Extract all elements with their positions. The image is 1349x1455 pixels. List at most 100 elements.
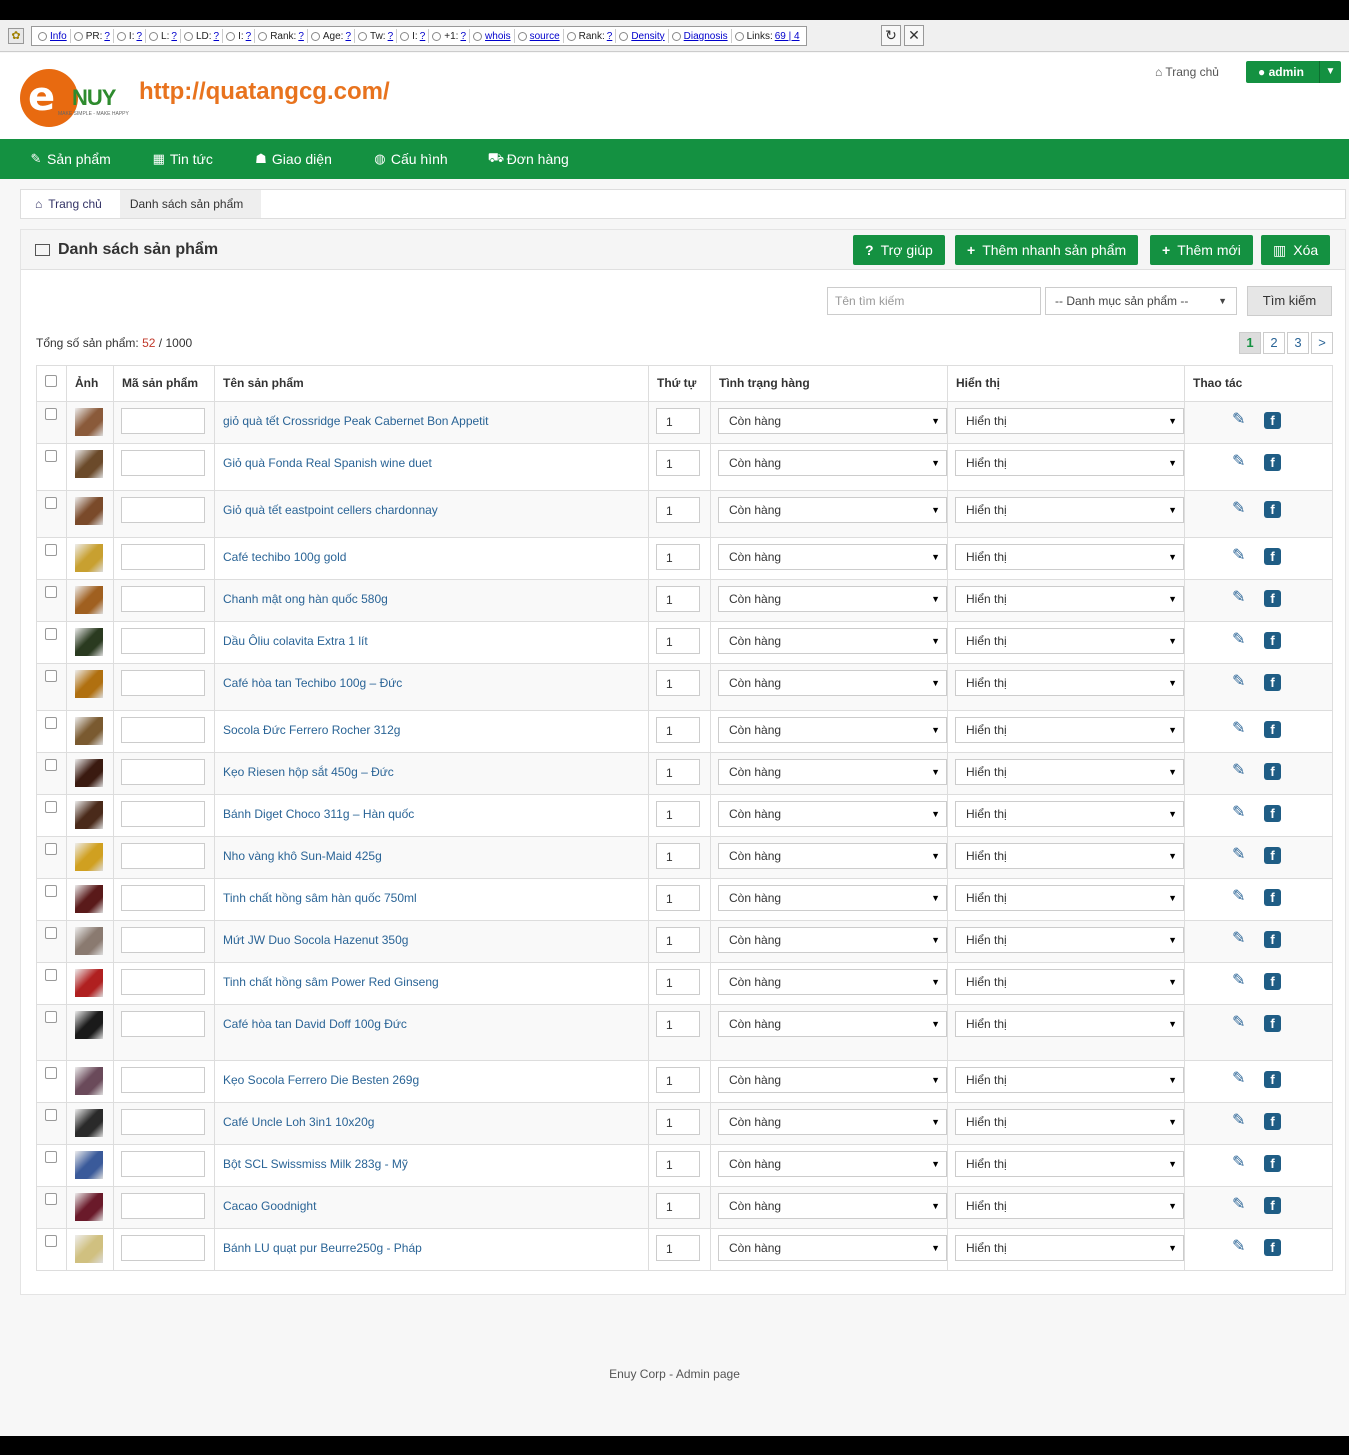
stock-status-select[interactable]: Còn hàng ▼ (718, 1067, 947, 1093)
order-input[interactable]: 1 (656, 497, 700, 523)
close-icon[interactable]: ✕ (904, 25, 924, 46)
seo-item-value[interactable]: ? (246, 31, 252, 42)
row-checkbox[interactable] (45, 927, 57, 939)
nav-item[interactable]: ☗ Giao diện (253, 151, 332, 167)
display-select[interactable]: Hiển thị ▼ (955, 544, 1184, 570)
stock-status-select[interactable]: Còn hàng ▼ (718, 1193, 947, 1219)
row-checkbox[interactable] (45, 1067, 57, 1079)
product-name-link[interactable]: Dầu Ôliu colavita Extra 1 lít (215, 628, 648, 648)
row-checkbox[interactable] (45, 717, 57, 729)
product-code-input[interactable] (121, 1067, 205, 1093)
seo-item-value[interactable]: ? (136, 31, 142, 42)
product-code-input[interactable] (121, 586, 205, 612)
row-checkbox[interactable] (45, 670, 57, 682)
product-name-link[interactable]: giỏ quà tết Crossridge Peak Cabernet Bon… (215, 408, 648, 428)
nav-item[interactable]: ⛟ Đơn hàng (488, 150, 569, 168)
order-input[interactable]: 1 (656, 1011, 700, 1037)
product-code-input[interactable] (121, 969, 205, 995)
stock-status-select[interactable]: Còn hàng ▼ (718, 969, 947, 995)
seo-item-value[interactable]: ? (104, 31, 110, 42)
seo-item-value[interactable]: 69 | 4 (775, 31, 800, 42)
refresh-icon[interactable]: ↻ (881, 25, 901, 46)
seo-item[interactable]: PR:? (71, 29, 114, 43)
facebook-icon[interactable]: f (1264, 763, 1281, 780)
stock-status-select[interactable]: Còn hàng ▼ (718, 927, 947, 953)
product-name-link[interactable]: Bột SCL Swissmiss Milk 283g - Mỹ (215, 1151, 648, 1171)
search-input[interactable] (827, 287, 1041, 315)
quick-add-button[interactable]: + Thêm nhanh sản phẩm (955, 235, 1139, 265)
order-input[interactable]: 1 (656, 759, 700, 785)
add-new-button[interactable]: + Thêm mới (1150, 235, 1253, 265)
page-link[interactable]: > (1311, 332, 1333, 354)
stock-status-select[interactable]: Còn hàng ▼ (718, 843, 947, 869)
seo-item-value[interactable]: ? (298, 31, 304, 42)
product-thumbnail[interactable] (75, 759, 103, 787)
product-thumbnail[interactable] (75, 717, 103, 745)
site-url-link[interactable]: http://quatangcg.com/ (139, 78, 390, 106)
page-link[interactable]: 2 (1263, 332, 1285, 354)
product-code-input[interactable] (121, 408, 205, 434)
seo-item[interactable]: Diagnosis (669, 29, 732, 43)
display-select[interactable]: Hiển thị ▼ (955, 1067, 1184, 1093)
facebook-icon[interactable]: f (1264, 674, 1281, 691)
stock-status-select[interactable]: Còn hàng ▼ (718, 544, 947, 570)
product-thumbnail[interactable] (75, 885, 103, 913)
edit-icon[interactable]: ✎ (1232, 931, 1252, 949)
order-input[interactable]: 1 (656, 1067, 700, 1093)
edit-icon[interactable]: ✎ (1232, 548, 1252, 566)
display-select[interactable]: Hiển thị ▼ (955, 1193, 1184, 1219)
display-select[interactable]: Hiển thị ▼ (955, 408, 1184, 434)
display-select[interactable]: Hiển thị ▼ (955, 497, 1184, 523)
edit-icon[interactable]: ✎ (1232, 1197, 1252, 1215)
product-thumbnail[interactable] (75, 628, 103, 656)
display-select[interactable]: Hiển thị ▼ (955, 1151, 1184, 1177)
product-name-link[interactable]: Bánh LU quạt pur Beurre250g - Pháp (215, 1235, 648, 1255)
edit-icon[interactable]: ✎ (1232, 763, 1252, 781)
display-select[interactable]: Hiển thị ▼ (955, 717, 1184, 743)
stock-status-select[interactable]: Còn hàng ▼ (718, 497, 947, 523)
product-code-input[interactable] (121, 1235, 205, 1261)
product-code-input[interactable] (121, 497, 205, 523)
product-thumbnail[interactable] (75, 1011, 103, 1039)
product-thumbnail[interactable] (75, 927, 103, 955)
edit-icon[interactable]: ✎ (1232, 1113, 1252, 1131)
product-name-link[interactable]: Café hòa tan David Doff 100g Đức (215, 1011, 648, 1031)
admin-user-menu[interactable]: ● admin ▼ (1246, 61, 1341, 83)
product-thumbnail[interactable] (75, 408, 103, 436)
seo-item-value[interactable]: ? (214, 31, 220, 42)
facebook-icon[interactable]: f (1264, 931, 1281, 948)
product-code-input[interactable] (121, 450, 205, 476)
display-select[interactable]: Hiển thị ▼ (955, 927, 1184, 953)
order-input[interactable]: 1 (656, 969, 700, 995)
seo-item[interactable]: Density (616, 29, 669, 43)
display-select[interactable]: Hiển thị ▼ (955, 1235, 1184, 1261)
display-select[interactable]: Hiển thị ▼ (955, 801, 1184, 827)
seo-settings-icon[interactable]: ✿ (8, 28, 24, 44)
product-code-input[interactable] (121, 927, 205, 953)
order-input[interactable]: 1 (656, 628, 700, 654)
seo-item[interactable]: Rank:? (255, 29, 308, 43)
product-code-input[interactable] (121, 1011, 205, 1037)
product-name-link[interactable]: Café hòa tan Techibo 100g – Đức (215, 670, 648, 690)
facebook-icon[interactable]: f (1264, 1197, 1281, 1214)
facebook-icon[interactable]: f (1264, 1015, 1281, 1032)
stock-status-select[interactable]: Còn hàng ▼ (718, 1011, 947, 1037)
stock-status-select[interactable]: Còn hàng ▼ (718, 759, 947, 785)
seo-item[interactable]: I:? (397, 29, 430, 43)
display-select[interactable]: Hiển thị ▼ (955, 628, 1184, 654)
product-thumbnail[interactable] (75, 1151, 103, 1179)
product-name-link[interactable]: Cacao Goodnight (215, 1193, 648, 1213)
row-checkbox[interactable] (45, 408, 57, 420)
edit-icon[interactable]: ✎ (1232, 412, 1252, 430)
edit-icon[interactable]: ✎ (1232, 454, 1252, 472)
facebook-icon[interactable]: f (1264, 454, 1281, 471)
order-input[interactable]: 1 (656, 927, 700, 953)
stock-status-select[interactable]: Còn hàng ▼ (718, 408, 947, 434)
stock-status-select[interactable]: Còn hàng ▼ (718, 628, 947, 654)
edit-icon[interactable]: ✎ (1232, 632, 1252, 650)
edit-icon[interactable]: ✎ (1232, 501, 1252, 519)
product-name-link[interactable]: Socola Đức Ferrero Rocher 312g (215, 717, 648, 737)
display-select[interactable]: Hiển thị ▼ (955, 885, 1184, 911)
facebook-icon[interactable]: f (1264, 889, 1281, 906)
row-checkbox[interactable] (45, 885, 57, 897)
